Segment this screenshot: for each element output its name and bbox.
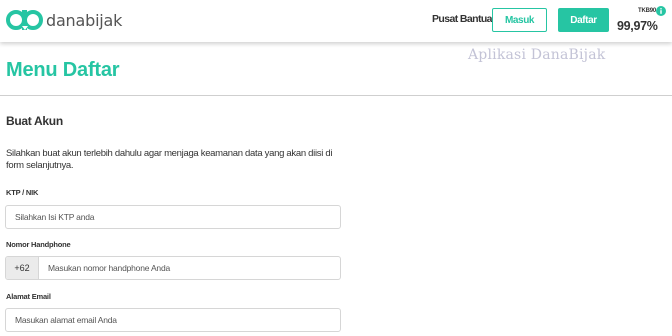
ktp-input[interactable] — [5, 205, 341, 229]
intro-text: Silahkan buat akun terlebih dahulu agar … — [6, 148, 333, 171]
info-icon[interactable] — [656, 6, 666, 16]
phone-field-group: +62 — [5, 256, 341, 280]
title-divider — [0, 95, 672, 96]
help-center-link[interactable]: Pusat Bantuan — [432, 13, 498, 25]
register-button[interactable]: Daftar — [558, 8, 609, 32]
watermark-text: Aplikasi DanaBijak — [468, 47, 606, 63]
tkb-label: TKB90 — [638, 8, 657, 14]
top-navigation-bar: danabijak Pusat Bantuan Masuk Daftar TKB… — [0, 0, 672, 42]
section-title: Buat Akun — [6, 114, 63, 128]
brand-logo[interactable]: danabijak — [6, 8, 122, 32]
phone-label: Nomor Handphone — [6, 240, 71, 249]
phone-input[interactable] — [39, 257, 340, 279]
email-label: Alamat Email — [6, 292, 51, 301]
page-title: Menu Daftar — [6, 59, 120, 81]
brand-name: danabijak — [46, 10, 123, 30]
tkb-value: 99,97% — [617, 19, 658, 33]
email-input[interactable] — [5, 308, 341, 332]
danabijak-logo-icon — [6, 10, 43, 30]
login-button[interactable]: Masuk — [492, 8, 547, 32]
ktp-label: KTP / NIK — [6, 188, 39, 197]
country-code-prefix: +62 — [6, 257, 39, 279]
